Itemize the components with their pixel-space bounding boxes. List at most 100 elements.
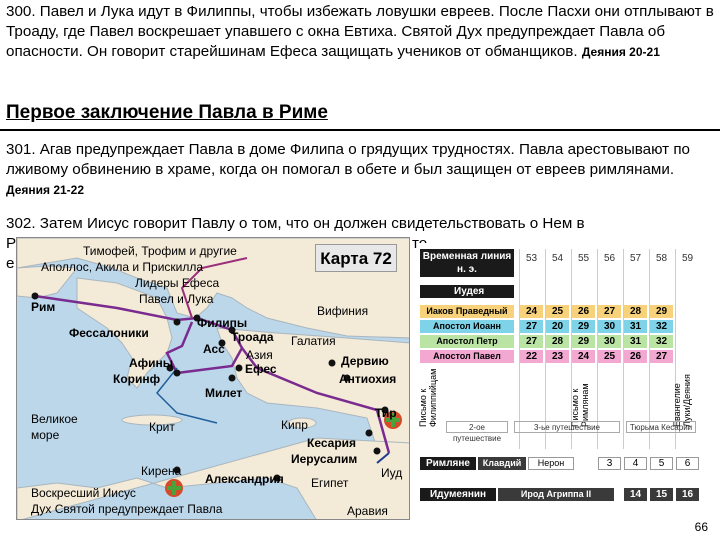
timeline-year: 53 xyxy=(525,253,538,264)
timeline-age-cell: 28 xyxy=(624,305,647,318)
map-label-assos: Асс xyxy=(203,342,225,356)
timeline-year: 55 xyxy=(577,253,590,264)
map-label-philippi: Филипы xyxy=(197,316,248,330)
timeline-age-cell: 27 xyxy=(650,350,673,363)
timeline-age-cell: 24 xyxy=(520,305,543,318)
map-label-asia: Азия xyxy=(246,348,273,362)
timeline-gridline xyxy=(545,249,546,449)
timeline-romans-row: Римляне Клавдий Нерон 3456 xyxy=(420,457,699,470)
timeline-idumeans-row: Идумеянин Ирод Агриппа II 14 15 16 xyxy=(420,488,699,501)
timeline-age-cell: 25 xyxy=(598,350,621,363)
cross-icon xyxy=(165,479,183,497)
timeline-letter-romans: Письмо к Римлянам xyxy=(570,383,590,427)
timeline-letter-philippians: Письмо к Филиппийцам xyxy=(418,368,438,427)
map-label-great-sea-1: Великое xyxy=(31,412,78,426)
map-label-risen-jesus: Воскресший Иисус xyxy=(31,486,136,500)
timeline-person-label: Апостол Иоанн xyxy=(420,320,514,333)
timeline-header: Временная линия н. э. xyxy=(420,249,514,277)
paragraph-301: 301. Агав предупреждает Павла в доме Фил… xyxy=(6,140,714,200)
timeline-age-cell: 27 xyxy=(520,335,543,348)
timeline-age-cell: 31 xyxy=(624,335,647,348)
timeline-chart: Временная линия н. э. 53 54 55 56 57 58 59 Иуд… xyxy=(418,243,714,505)
timeline-romans-cell: 4 xyxy=(624,457,647,470)
timeline-journey-3: 3-ье путешествие xyxy=(514,421,620,433)
map-label-egypt: Египет xyxy=(311,476,349,490)
map-label-paul-luke: Павел и Лука xyxy=(139,292,214,306)
map-label-timothy: Тимофей, Трофим и другие xyxy=(83,244,237,258)
timeline-age-cell: 30 xyxy=(598,335,621,348)
map-label-holy-spirit: Дух Святой предупреждает Павла xyxy=(31,502,223,516)
timeline-header-line2: н. э. xyxy=(457,264,477,275)
timeline-header-line1: Временная линия xyxy=(422,251,512,262)
timeline-gridline xyxy=(649,249,650,449)
timeline-age-cell: 27 xyxy=(520,320,543,333)
section-heading: Первое заключение Павла в Риме xyxy=(6,102,328,123)
timeline-person-row: Апостол Павел 22 23 24 25 26 27 xyxy=(420,350,692,363)
timeline-age-cell: 29 xyxy=(572,335,595,348)
timeline-romans-ruler2: Нерон xyxy=(528,457,574,470)
timeline-gridline xyxy=(623,249,624,449)
paragraph-301-reference: Деяния 21-22 xyxy=(6,183,85,197)
map-label-troas: Троада xyxy=(231,330,274,344)
map-label-derbe: Дервию xyxy=(341,354,389,368)
timeline-age-cell: 27 xyxy=(598,305,621,318)
map-label-arabia: Аравия xyxy=(347,504,388,518)
map-label-thessalonica: Фессалоники xyxy=(69,326,149,340)
timeline-age-cell: 29 xyxy=(650,305,673,318)
paragraph-301-text: 301. Агав предупреждает Павла в доме Фил… xyxy=(6,141,690,178)
timeline-romans-cell: 6 xyxy=(676,457,699,470)
map-label-athens: Афины xyxy=(129,356,174,370)
map-label-judea: Иуд xyxy=(381,466,403,480)
map-label-jerusalem: Иерусалим xyxy=(291,452,358,466)
timeline-age-cell: 32 xyxy=(650,335,673,348)
timeline-person-label: Апостол Павел xyxy=(420,350,514,363)
map-label-alexandria: Александрия xyxy=(205,472,284,486)
paragraph-302-line2-start: Р xyxy=(6,235,17,252)
timeline-age-cell: 20 xyxy=(546,320,569,333)
timeline-idumeans-cell: 16 xyxy=(676,488,699,501)
timeline-age-cell: 31 xyxy=(624,320,647,333)
map-label-miletus: Милет xyxy=(205,386,243,400)
timeline-age-cell: 26 xyxy=(624,350,647,363)
timeline-year: 54 xyxy=(551,253,564,264)
page-number: 66 xyxy=(694,520,708,534)
map-label-cyprus: Кипр xyxy=(281,418,308,432)
paragraph-302-line1: 302. Затем Иисус говорит Павлу о том, чт… xyxy=(6,215,585,232)
map-label-antioch: Антиохия xyxy=(339,372,397,386)
timeline-journey-2: 2-ое путешествие xyxy=(446,421,508,443)
timeline-person-row: Апостол Иоанн 27 20 29 30 31 32 xyxy=(420,320,692,333)
timeline-idumeans-ruler: Ирод Агриппа II xyxy=(498,488,614,501)
timeline-romans-label: Римляне xyxy=(420,457,476,470)
heading-divider xyxy=(0,129,720,131)
timeline-age-cell: 30 xyxy=(598,320,621,333)
timeline-age-cell: 28 xyxy=(546,335,569,348)
timeline-year: 56 xyxy=(603,253,616,264)
timeline-age-cell: 25 xyxy=(546,305,569,318)
map-label-caesarea: Кесария xyxy=(307,436,357,450)
paragraph-300: 300. Павел и Лука идут в Филиппы, чтобы … xyxy=(6,2,714,62)
timeline-idumeans-cell: 15 xyxy=(650,488,673,501)
timeline-year: 59 xyxy=(681,253,694,264)
timeline-letter-gospels: Евангелие Луки/Деяния xyxy=(672,374,692,427)
timeline-gridline xyxy=(597,249,598,449)
timeline-gridline xyxy=(519,249,520,449)
timeline-prison: Тюрьма Кесарии xyxy=(626,421,696,433)
timeline-idumeans-label: Идумеянин xyxy=(420,488,496,501)
map-label-galatia: Галатия xyxy=(291,334,336,348)
timeline-age-cell: 26 xyxy=(572,305,595,318)
timeline-year: 58 xyxy=(655,253,668,264)
timeline-age-cell: 24 xyxy=(572,350,595,363)
map-label-bithynia: Вифиния xyxy=(317,304,369,318)
timeline-romans-ruler1: Клавдий xyxy=(478,457,526,470)
map-72: Карта 72 Тимофей, Трофим и другие Аполло… xyxy=(16,237,410,520)
timeline-judea-label: Иудея xyxy=(454,286,485,297)
map-label-crete: Крит xyxy=(149,420,175,434)
timeline-age-cell: 29 xyxy=(572,320,595,333)
timeline-judea-header: Иудея xyxy=(420,285,514,298)
paragraph-300-reference: Деяния 20-21 xyxy=(581,45,660,59)
map-title: Карта 72 xyxy=(315,244,397,272)
timeline-age-cell: 22 xyxy=(520,350,543,363)
map-label-apollos: Аполлос, Акила и Прискилла xyxy=(41,260,204,274)
timeline-age-cell: 23 xyxy=(546,350,569,363)
map-label-rome: Рим xyxy=(31,300,56,314)
